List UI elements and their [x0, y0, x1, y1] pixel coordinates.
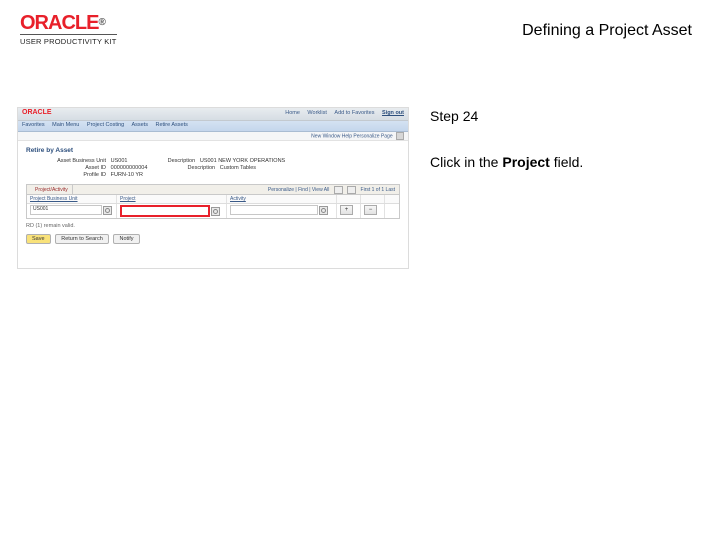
grid-tab[interactable]: Project/Activity [31, 185, 73, 194]
return-button[interactable]: Return to Search [55, 234, 109, 244]
table-row: US001 + − [27, 204, 399, 218]
add-row-button[interactable]: + [340, 205, 353, 215]
nav-item[interactable]: Favorites [22, 122, 45, 128]
project-grid: Project/Activity Personalize | Find | Vi… [26, 184, 400, 219]
value-asset-bu: US001 [111, 158, 128, 164]
grid-download-icon[interactable] [347, 186, 356, 194]
brand-tm: ® [98, 17, 104, 28]
instruction-panel: Step 24 Click in the Project field. [430, 108, 700, 170]
page-title: Defining a Project Asset [522, 22, 692, 40]
top-link-home[interactable]: Home [285, 110, 300, 116]
label-asset-bu: Asset Business Unit [26, 158, 109, 164]
col-activity[interactable]: Activity [227, 195, 337, 203]
nav-item[interactable]: Project Costing [87, 122, 124, 128]
nav-item[interactable]: Main Menu [52, 122, 79, 128]
col-add [337, 195, 361, 203]
value-desc2: Custom Tables [220, 165, 256, 171]
project-input[interactable] [120, 205, 210, 217]
grid-paging[interactable]: First 1 of 1 Last [361, 187, 395, 193]
nav-item[interactable]: Retire Assets [155, 122, 187, 128]
brand-text: ORACLE [20, 12, 98, 34]
label-desc1: Description [149, 158, 198, 164]
project-bu-input[interactable]: US001 [30, 205, 102, 215]
save-button[interactable]: Save [26, 234, 51, 244]
app-navbar: Favorites Main Menu Project Costing Asse… [18, 121, 408, 132]
grid-status-text: RD (1) remain valid. [26, 223, 400, 229]
value-profile: FURN-10 YR [111, 172, 143, 178]
label-asset-id: Asset ID [26, 165, 109, 171]
subbar-links[interactable]: New Window Help Personalize Page [311, 133, 392, 139]
action-bar: Save Return to Search Notify [26, 234, 400, 244]
brand-subtitle: USER PRODUCTIVITY KIT [20, 34, 117, 46]
app-brand: ORACLE [22, 109, 52, 116]
value-asset-id: 000000000004 [111, 165, 148, 171]
subbar-icon[interactable] [396, 132, 404, 140]
lookup-icon[interactable] [103, 206, 112, 215]
step-text-prefix: Click in the [430, 154, 502, 170]
top-link-signout[interactable]: Sign out [382, 110, 404, 116]
step-text-bold: Project [502, 154, 549, 170]
brand-logo: ORACLE® USER PRODUCTIVITY KIT [20, 14, 117, 46]
top-link-worklist[interactable]: Worklist [307, 110, 326, 116]
top-link-favs[interactable]: Add to Favorites [334, 110, 374, 116]
lookup-icon[interactable] [211, 207, 220, 216]
col-project[interactable]: Project [117, 195, 227, 203]
step-text-suffix: field. [550, 154, 583, 170]
col-del [361, 195, 385, 203]
app-page-title: Retire by Asset [26, 147, 400, 154]
activity-input[interactable] [230, 205, 318, 215]
label-profile: Profile ID [26, 172, 109, 178]
app-screenshot: ORACLE Home Worklist Add to Favorites Si… [18, 108, 408, 268]
step-number: Step 24 [430, 108, 700, 124]
app-top-links: Home Worklist Add to Favorites Sign out [279, 110, 404, 116]
nav-item[interactable]: Assets [131, 122, 148, 128]
step-text: Click in the Project field. [430, 154, 700, 170]
grid-zoom-icon[interactable] [334, 186, 343, 194]
lookup-icon[interactable] [319, 206, 328, 215]
value-desc1: US001 NEW YORK OPERATIONS [200, 158, 285, 164]
app-subbar: New Window Help Personalize Page [18, 132, 408, 141]
app-topbar: ORACLE Home Worklist Add to Favorites Si… [18, 108, 408, 121]
delete-row-button[interactable]: − [364, 205, 377, 215]
notify-button[interactable]: Notify [113, 234, 139, 244]
grid-personalize[interactable]: Personalize | Find | View All [268, 187, 329, 193]
label-desc2: Description [169, 165, 218, 171]
col-project-bu[interactable]: Project Business Unit [27, 195, 117, 203]
